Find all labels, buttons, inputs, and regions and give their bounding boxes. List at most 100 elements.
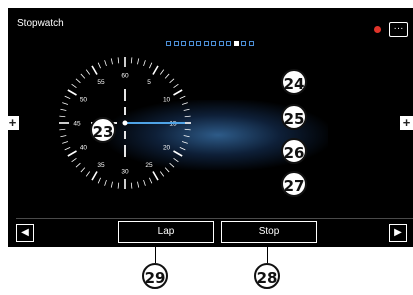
dial-tick — [67, 89, 77, 96]
page-dot — [166, 41, 171, 46]
callout-23: 23 — [90, 117, 116, 143]
dial-tick — [169, 78, 175, 84]
previous-button[interactable]: ◀ — [16, 224, 34, 242]
dial-tick — [75, 162, 81, 168]
ellipsis-icon: ··· — [393, 23, 404, 34]
page-dot — [218, 41, 224, 46]
dial-label: 55 — [97, 79, 105, 86]
divider — [16, 218, 413, 219]
dial-tick — [97, 62, 101, 69]
triangle-right-icon: ▶ — [394, 227, 402, 238]
callout-28-leader — [267, 243, 268, 263]
dial-label: 35 — [97, 162, 105, 169]
dial-tick — [143, 179, 146, 186]
dial-tick — [159, 69, 165, 75]
dial-label: 30 — [121, 169, 129, 176]
dial-tick — [104, 179, 107, 186]
dial-tick — [64, 147, 71, 151]
dial-tick — [80, 73, 86, 79]
page-dot — [233, 41, 239, 46]
dial-label: 50 — [80, 97, 88, 104]
dial-tick — [169, 162, 175, 168]
dial-tick — [152, 65, 159, 75]
dial-tick — [110, 58, 113, 65]
dial-tick — [117, 57, 120, 64]
page-dot — [248, 41, 254, 46]
dial-label: 20 — [163, 145, 171, 152]
callout-29: 29 — [142, 263, 168, 289]
menu-button[interactable]: ··· — [389, 22, 408, 37]
dial-tick — [164, 167, 170, 173]
dial-tick — [130, 57, 133, 64]
dial-tick — [71, 83, 77, 89]
dial-label: 45 — [73, 121, 81, 128]
dial-label: 10 — [163, 97, 171, 104]
dial-label: 25 — [145, 162, 153, 169]
dial-tick — [137, 181, 140, 188]
dial-tick — [137, 58, 140, 65]
dial-tick — [173, 150, 183, 157]
lap-button[interactable]: Lap — [118, 221, 214, 243]
dial-tick — [173, 83, 179, 89]
dial-tick — [159, 171, 165, 177]
stopwatch-dial: 60510152025303540455055 — [59, 57, 191, 189]
right-side-tab[interactable]: + — [400, 116, 413, 130]
dial-tick — [59, 128, 66, 131]
callout-27: 27 — [281, 171, 307, 197]
dial-tick — [62, 141, 69, 144]
dial-tick — [164, 73, 170, 79]
page-dot — [226, 41, 231, 46]
dial-tick — [67, 150, 77, 157]
dial-tick — [85, 171, 91, 177]
page-dot — [241, 41, 246, 46]
dial-tick — [62, 102, 69, 105]
page-indicator — [166, 41, 254, 46]
dial-tick — [97, 177, 101, 184]
page-dot — [211, 41, 216, 46]
dial-tick — [85, 69, 91, 75]
callout-26: 26 — [281, 138, 307, 164]
dial-tick — [80, 167, 86, 173]
page-dot — [173, 41, 179, 46]
dial-tick — [173, 157, 179, 163]
dial-tick — [173, 89, 183, 96]
dial-tick — [179, 147, 186, 151]
dial-tick — [149, 177, 153, 184]
dial-tick — [91, 65, 98, 75]
next-button[interactable]: ▶ — [389, 224, 407, 242]
dial-tick — [71, 157, 77, 163]
dial-label: 5 — [147, 79, 151, 86]
dial-tick — [183, 135, 190, 138]
dial-tick — [91, 171, 98, 181]
dial-tick — [181, 102, 188, 105]
left-side-tab[interactable]: + — [6, 116, 19, 130]
dial-tick — [59, 115, 66, 118]
page-dot — [203, 41, 209, 46]
triangle-left-icon: ◀ — [21, 227, 29, 238]
stop-button[interactable]: Stop — [221, 221, 317, 243]
page-dot — [188, 41, 194, 46]
dial-tick — [152, 171, 159, 181]
dial-tick — [149, 62, 153, 69]
dial-tick — [117, 182, 120, 189]
callout-29-leader — [155, 243, 156, 263]
dial-center — [122, 120, 128, 126]
dial-tick — [179, 95, 186, 99]
dial-tick — [184, 115, 191, 118]
dial-tick — [183, 108, 190, 111]
dial-tick — [184, 128, 191, 131]
callout-24: 24 — [281, 69, 307, 95]
recording-indicator — [374, 26, 381, 33]
dial-tick — [181, 141, 188, 144]
page-title: Stopwatch — [17, 18, 64, 29]
dial-tick — [75, 78, 81, 84]
page-dot — [181, 41, 186, 46]
stopwatch-screen: Stopwatch ··· 60510152025303540455055 24… — [8, 8, 413, 247]
dial-tick — [143, 60, 146, 67]
dial-tick — [130, 182, 133, 189]
dial-label: 60 — [121, 73, 129, 80]
dial-label: 40 — [80, 145, 88, 152]
dial-tick — [64, 95, 71, 99]
page-dot — [196, 41, 201, 46]
dial-tick — [104, 60, 107, 67]
